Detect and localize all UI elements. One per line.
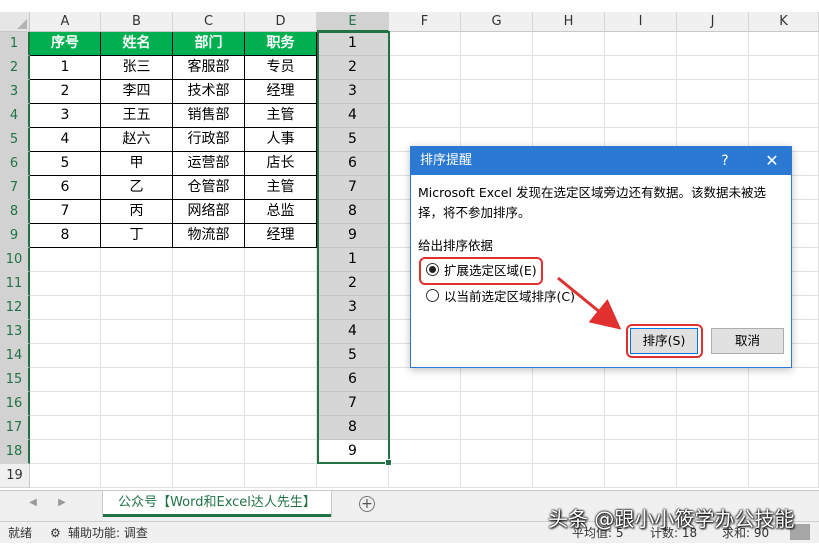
accessibility-status[interactable]: 辅助功能: 调查 <box>68 522 148 544</box>
sheet-tab[interactable]: 公众号【Word和Excel达人先生】 <box>103 491 331 517</box>
scroll-left-icon[interactable]: ◀ <box>26 497 40 508</box>
add-sheet-icon[interactable]: + <box>359 496 375 512</box>
scroll-right-icon[interactable]: ▶ <box>55 497 69 508</box>
accessibility-icon[interactable]: ⚙ <box>50 522 61 544</box>
annotation-arrow-icon <box>557 276 622 330</box>
watermark: 头条 @跟小小筱学办公技能 <box>548 507 795 531</box>
ready-status: 就绪 <box>8 526 33 540</box>
